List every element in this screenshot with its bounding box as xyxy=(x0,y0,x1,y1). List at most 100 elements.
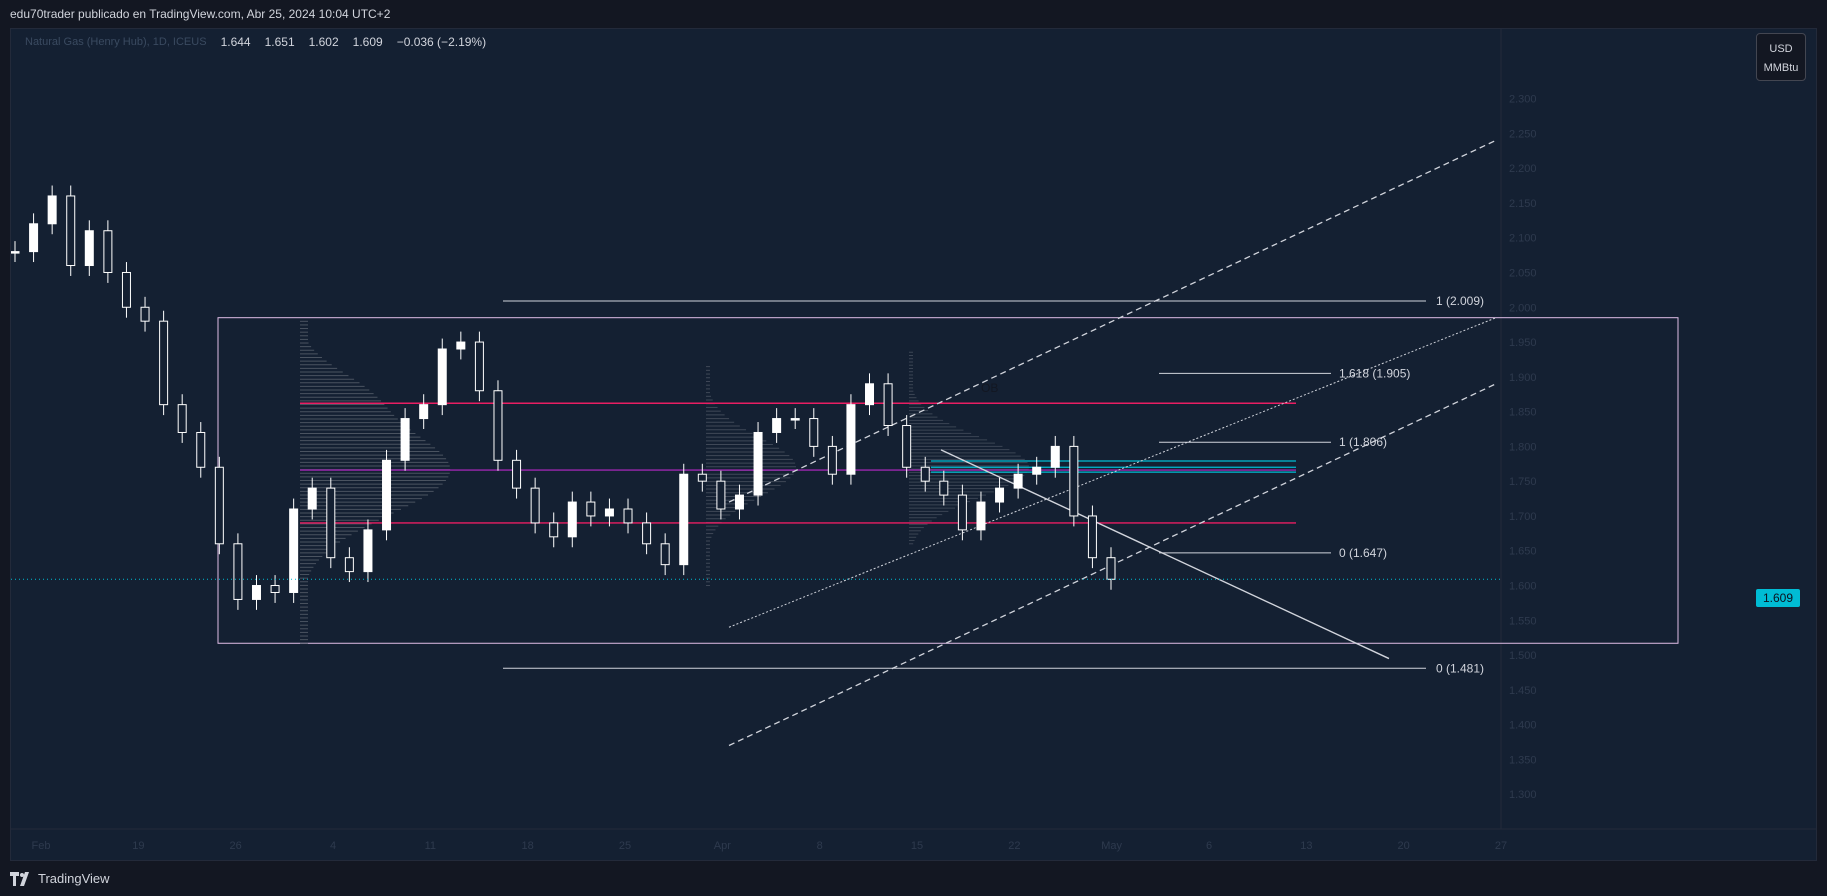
footer-bar: TradingView xyxy=(0,861,1827,896)
x-tick-label: 22 xyxy=(1008,840,1020,852)
candle-body xyxy=(865,383,875,406)
y-tick-label: 2.150 xyxy=(1509,198,1537,210)
y-tick-label: 2.100 xyxy=(1509,233,1537,245)
candle-body xyxy=(512,459,522,489)
candle-body xyxy=(251,585,261,600)
y-tick-label: 1.850 xyxy=(1509,407,1537,419)
y-tick-label: 2.250 xyxy=(1509,128,1537,140)
candle-body xyxy=(920,466,930,482)
candle-body xyxy=(493,390,503,461)
candle-body xyxy=(1032,466,1042,475)
trend-line xyxy=(940,449,1390,660)
x-tick-label: 27 xyxy=(1495,840,1507,852)
candle-body xyxy=(437,348,447,406)
candle-body xyxy=(957,494,967,531)
y-tick-label: 1.750 xyxy=(1509,476,1537,488)
candle-body xyxy=(623,508,633,524)
candle-body xyxy=(196,431,206,468)
candle-body xyxy=(939,480,949,496)
symbol-label: Natural Gas (Henry Hub), 1D, ICEUS xyxy=(25,36,207,48)
candle-body xyxy=(734,494,744,510)
y-tick-label: 2.050 xyxy=(1509,267,1537,279)
y-tick-label: 2.200 xyxy=(1509,163,1537,175)
candle-body xyxy=(883,383,893,427)
y-tick-label: 1.450 xyxy=(1509,685,1537,697)
x-tick-label: 26 xyxy=(230,840,242,852)
x-tick-label: 11 xyxy=(425,840,436,852)
candle-body xyxy=(474,341,484,392)
candle-body xyxy=(976,501,986,531)
x-tick-label: 8 xyxy=(817,840,823,852)
candle-body xyxy=(995,487,1005,503)
candle-body xyxy=(586,501,596,517)
x-tick-label: 4 xyxy=(330,840,336,852)
publisher-text: edu70trader publicado en TradingView.com… xyxy=(10,7,391,21)
unit-selector[interactable]: USD MMBtu xyxy=(1756,33,1806,81)
x-tick-label: May xyxy=(1101,840,1122,852)
candle-body xyxy=(1106,557,1116,580)
fib-level-label: 0 (1.647) xyxy=(1339,546,1387,560)
publisher-header: edu70trader publicado en TradingView.com… xyxy=(0,0,1827,28)
candle-body xyxy=(419,404,429,420)
channel-mid-line xyxy=(728,317,1497,628)
candle-body xyxy=(642,522,652,545)
y-tick-label: 1.500 xyxy=(1509,650,1537,662)
candle-body xyxy=(400,418,410,461)
ohlc-legend: Natural Gas (Henry Hub), 1D, ICEUS 1.644… xyxy=(25,35,486,49)
footer-brand: TradingView xyxy=(38,871,110,886)
candle-body xyxy=(716,480,726,510)
y-tick-label: 1.650 xyxy=(1509,546,1537,558)
candle-body xyxy=(660,543,670,566)
y-tick-label: 1.900 xyxy=(1509,372,1537,384)
candle-body xyxy=(1013,473,1023,489)
y-tick-label: 1.300 xyxy=(1509,789,1537,801)
candle-body xyxy=(549,522,559,538)
candle-body xyxy=(289,508,299,593)
ob-label: OB xyxy=(981,381,998,395)
fib-level-label: 1 (2.009) xyxy=(1436,294,1484,308)
candle-body xyxy=(1050,445,1060,468)
x-tick-label: 19 xyxy=(132,840,144,852)
candle-body xyxy=(790,418,800,421)
y-tick-label: 1.800 xyxy=(1509,441,1537,453)
fib-level-label: 1.618 (1.905) xyxy=(1339,366,1410,380)
x-tick-label: 25 xyxy=(619,840,631,852)
candle-body xyxy=(307,487,317,510)
candle-body xyxy=(456,341,466,350)
y-tick-label: 1.600 xyxy=(1509,581,1537,593)
candle-body xyxy=(270,585,280,593)
candle-body xyxy=(604,508,614,517)
last-price-tag: 1.609 xyxy=(1756,589,1800,607)
x-tick-label: 6 xyxy=(1206,840,1212,852)
candle-body xyxy=(846,404,856,475)
candle-body xyxy=(103,230,113,273)
candle-body xyxy=(47,195,57,225)
candle-body xyxy=(326,487,336,559)
x-tick-label: Apr xyxy=(714,840,731,852)
candle-body xyxy=(29,223,39,253)
candle-body xyxy=(827,445,837,475)
candle-body xyxy=(753,431,763,496)
candle-body xyxy=(363,529,373,573)
candle-body xyxy=(902,425,912,468)
y-tick-label: 1.700 xyxy=(1509,511,1537,523)
candle-body xyxy=(530,487,540,524)
fib-level-label: 0 (1.481) xyxy=(1436,661,1484,675)
candle-body xyxy=(11,251,20,254)
candle-body xyxy=(567,501,577,538)
change-value: −0.036 (−2.19%) xyxy=(396,35,487,49)
x-tick-label: 18 xyxy=(522,840,534,852)
y-tick-label: 1.400 xyxy=(1509,720,1537,732)
candle-body xyxy=(159,320,169,406)
x-tick-label: 13 xyxy=(1300,840,1312,852)
candle-body xyxy=(1069,445,1079,517)
x-tick-label: 20 xyxy=(1398,840,1410,852)
chart-panel[interactable]: 1.300 1.350 1.400 1.450 1.500 1.550 1.600 1.650… xyxy=(10,28,1817,861)
candle-body xyxy=(214,466,224,545)
candle-body xyxy=(809,418,819,447)
candle-body xyxy=(772,418,782,433)
y-tick-label: 1.350 xyxy=(1509,754,1537,766)
price-chart[interactable]: 1.300 1.350 1.400 1.450 1.500 1.550 1.600 1.650… xyxy=(11,29,1816,860)
tradingview-logo-icon xyxy=(10,871,29,886)
candle-body xyxy=(177,404,187,433)
